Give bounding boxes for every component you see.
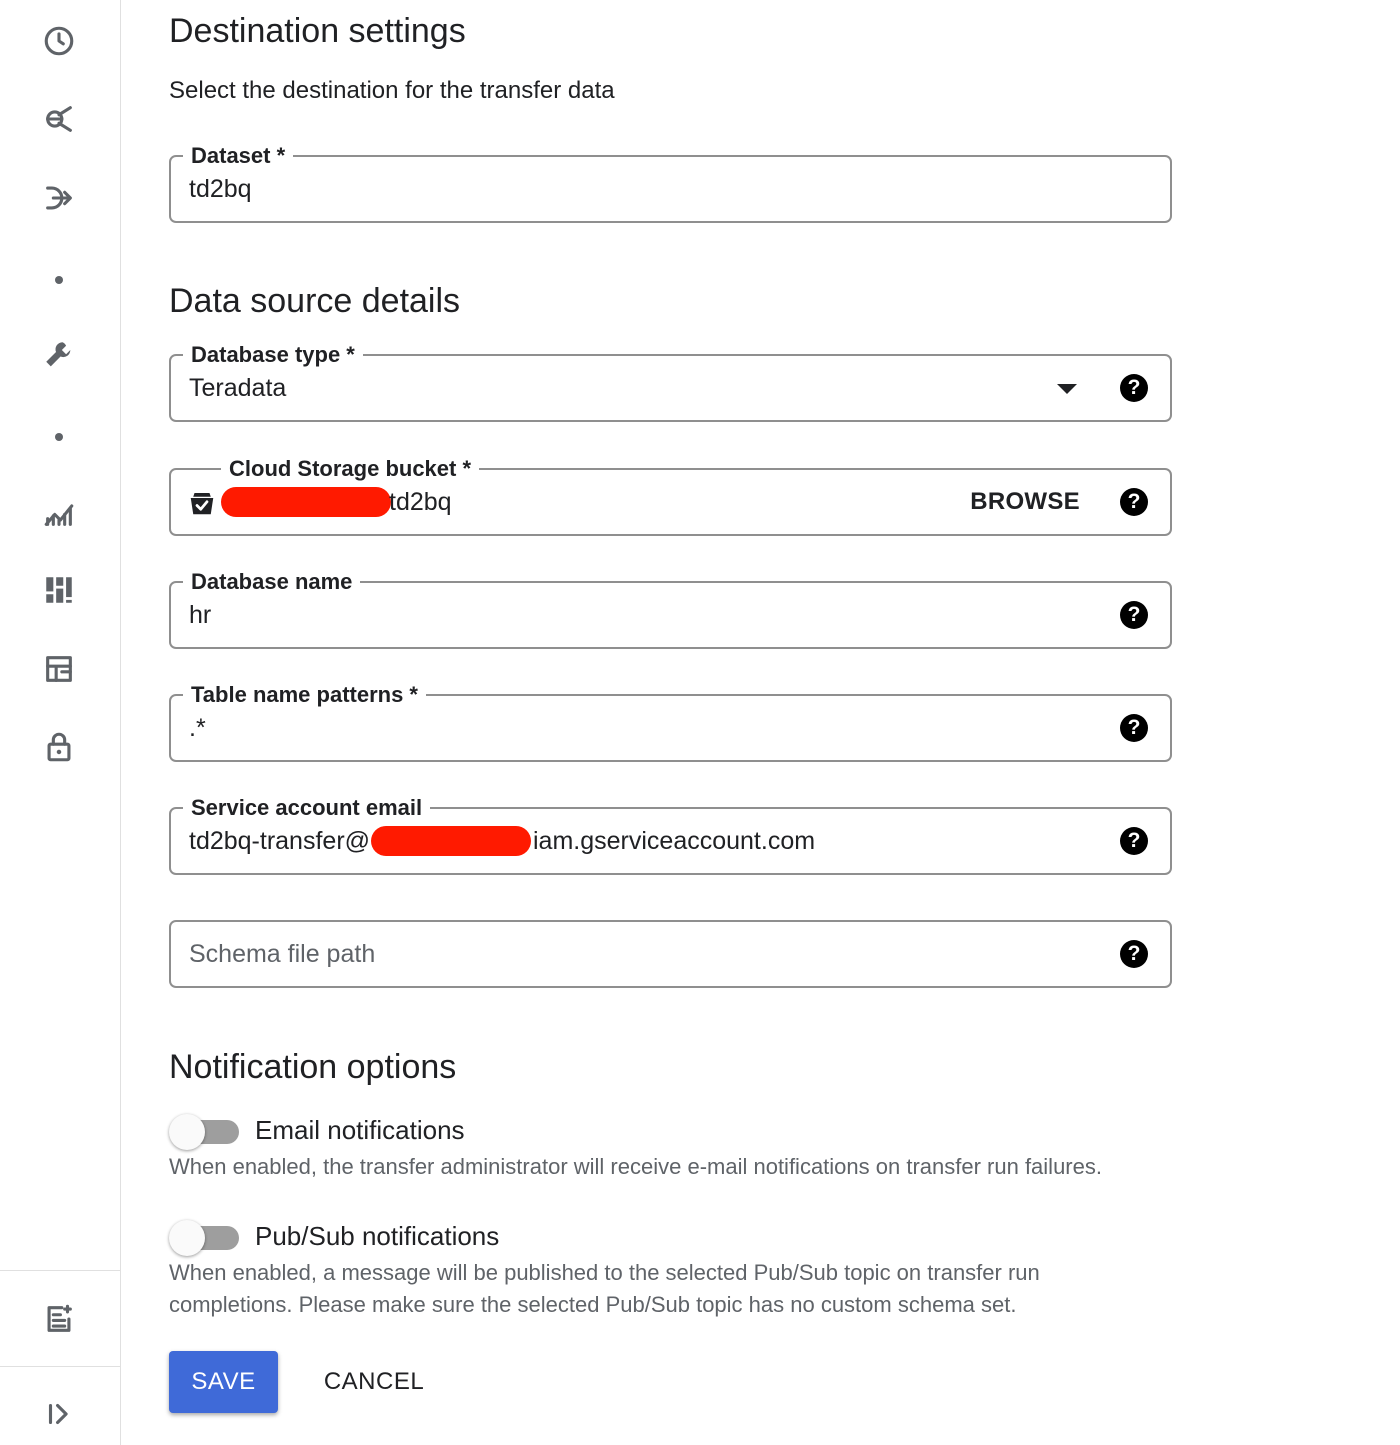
database-type-select[interactable]: Database type * Teradata ?	[169, 340, 1172, 422]
notification-options-title: Notification options	[169, 1048, 457, 1086]
left-nav-rail	[0, 0, 121, 1445]
email-notifications-label: Email notifications	[255, 1115, 465, 1145]
rail-divider	[0, 1366, 120, 1367]
release-notes-icon[interactable]	[36, 1296, 82, 1342]
database-type-value[interactable]: Teradata	[189, 356, 286, 420]
email-notifications-description: When enabled, the transfer administrator…	[169, 1154, 1102, 1179]
wrench-icon[interactable]	[36, 332, 82, 378]
lock-icon[interactable]	[36, 724, 82, 770]
separator-dot	[55, 276, 63, 284]
bucket-icon	[190, 493, 214, 515]
analytics-icon[interactable]	[36, 490, 82, 536]
destination-settings-title: Destination settings	[169, 12, 466, 50]
help-icon[interactable]: ?	[1120, 488, 1148, 516]
destination-subtitle: Select the destination for the transfer …	[169, 77, 615, 104]
pubsub-notifications-description: When enabled, a message will be publishe…	[169, 1260, 1040, 1317]
schema-file-path-placeholder[interactable]: Schema file path	[189, 922, 375, 986]
cloud-storage-bucket-field[interactable]: Cloud Storage bucket * td2bq BROWSE ?	[169, 454, 1172, 536]
database-name-field[interactable]: Database name hr ?	[169, 567, 1172, 649]
cancel-button[interactable]: CANCEL	[309, 1351, 439, 1413]
rail-divider	[0, 1270, 120, 1271]
table-patterns-label: Table name patterns *	[183, 680, 426, 710]
dashboard-icon[interactable]	[36, 567, 82, 613]
bucket-value[interactable]: td2bq	[389, 470, 452, 534]
pubsub-notifications-label: Pub/Sub notifications	[255, 1221, 500, 1251]
service-account-email-field[interactable]: Service account email td2bq-transfer@ ia…	[169, 793, 1172, 875]
table-name-patterns-field[interactable]: Table name patterns * .* ?	[169, 680, 1172, 762]
browse-button[interactable]: BROWSE	[970, 470, 1080, 534]
dataset-value[interactable]: td2bq	[189, 157, 252, 221]
help-icon[interactable]: ?	[1120, 940, 1148, 968]
table-icon[interactable]	[36, 646, 82, 692]
toggle-thumb	[169, 1220, 205, 1256]
save-button[interactable]: SAVE	[169, 1351, 278, 1413]
transfer-icon[interactable]	[36, 175, 82, 221]
help-icon[interactable]: ?	[1120, 714, 1148, 742]
service-account-prefix[interactable]: td2bq-transfer@	[189, 809, 370, 873]
redacted-bucket-name	[221, 487, 391, 517]
toggle-thumb	[169, 1114, 205, 1150]
dataset-field[interactable]: Dataset * td2bq	[169, 141, 1172, 223]
help-icon[interactable]: ?	[1120, 374, 1148, 402]
service-account-suffix[interactable]: iam.gserviceaccount.com	[533, 809, 815, 873]
redacted-project-id	[371, 826, 531, 856]
help-icon[interactable]: ?	[1120, 827, 1148, 855]
data-source-details-title: Data source details	[169, 282, 461, 320]
history-icon[interactable]	[36, 18, 82, 64]
database-name-value[interactable]: hr	[189, 583, 211, 647]
schema-file-path-field[interactable]: Schema file path ?	[169, 920, 1172, 988]
explore-icon[interactable]	[36, 96, 82, 142]
expand-icon[interactable]	[36, 1391, 82, 1437]
table-patterns-value[interactable]: .*	[189, 696, 206, 760]
pubsub-notifications-toggle[interactable]	[169, 1220, 239, 1256]
dropdown-arrow-icon[interactable]	[1057, 384, 1077, 394]
help-icon[interactable]: ?	[1120, 601, 1148, 629]
separator-dot	[55, 433, 63, 441]
email-notifications-toggle[interactable]	[169, 1114, 239, 1150]
